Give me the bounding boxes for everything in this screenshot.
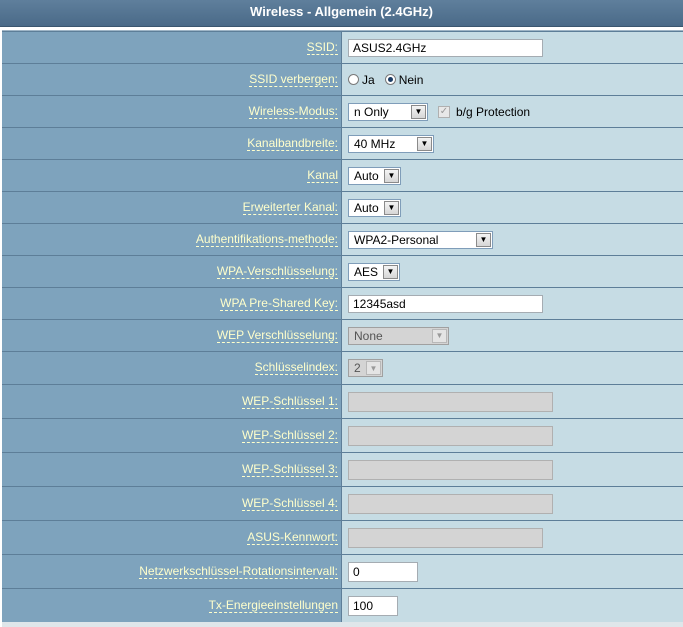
chevron-down-icon[interactable]: ▼ (417, 136, 432, 151)
checkbox-icon[interactable]: ✓ (438, 105, 450, 118)
wpa-enc-row: WPA-Verschlüsselung: AES ▼ (2, 256, 683, 287)
wep-key1-label[interactable]: WEP-Schlüssel 1: (241, 394, 338, 409)
rotation-interval-label[interactable]: Netzwerkschlüssel-Rotationsintervall: (139, 564, 338, 579)
key-index-label[interactable]: Schlüsselindex: (254, 361, 338, 375)
page-title: Wireless - Allgemein (2.4GHz) (0, 0, 683, 27)
wep-key3-input[interactable] (348, 459, 553, 480)
hide-ssid-label[interactable]: SSID verbergen: (249, 72, 338, 87)
asus-password-input[interactable] (348, 527, 543, 548)
bandwidth-label[interactable]: Kanalbandbreite: (247, 136, 338, 151)
wep-key2-label[interactable]: WEP-Schlüssel 2: (241, 428, 338, 443)
auth-row: Authentifikations-methode: WPA2-Personal… (2, 224, 683, 255)
radio-icon[interactable] (348, 74, 359, 85)
wep-key4-row: WEP-Schlüssel 4: (2, 487, 683, 520)
ssid-row: SSID: (2, 32, 683, 63)
psk-row: WPA Pre-Shared Key: (2, 288, 683, 319)
chevron-down-icon[interactable]: ▼ (383, 264, 398, 279)
asus-password-row: ASUS-Kennwort: (2, 521, 683, 554)
wpa-enc-select[interactable]: AES ▼ (348, 262, 400, 281)
wep-key2-input[interactable] (348, 425, 553, 446)
rotation-interval-row: Netzwerkschlüssel-Rotationsintervall: (2, 555, 683, 588)
settings-form: SSID: SSID verbergen: Ja Nein Wireless-M… (2, 30, 683, 625)
chevron-down-icon[interactable]: ▼ (432, 328, 447, 343)
wep-key3-label[interactable]: WEP-Schlüssel 3: (241, 462, 338, 477)
bandwidth-row: Kanalbandbreite: 40 MHz ▼ (2, 128, 683, 159)
psk-input[interactable] (348, 294, 543, 313)
tx-power-input[interactable] (348, 595, 398, 616)
bg-protection-label: b/g Protection (456, 104, 531, 119)
ext-channel-row: Erweiterter Kanal: Auto ▼ (2, 192, 683, 223)
tx-power-label[interactable]: Tx-Energieeinstellungen (208, 598, 338, 613)
ext-channel-label[interactable]: Erweiterter Kanal: (242, 200, 338, 215)
auth-label[interactable]: Authentifikations-methode: (195, 232, 338, 247)
wep-key3-row: WEP-Schlüssel 3: (2, 453, 683, 486)
chevron-down-icon[interactable]: ▼ (411, 104, 426, 119)
bottom-divider (2, 622, 683, 627)
hide-ssid-yes-label: Ja (362, 72, 375, 87)
ssid-input[interactable] (348, 38, 543, 57)
auth-select[interactable]: WPA2-Personal ▼ (348, 230, 493, 249)
wireless-mode-label[interactable]: Wireless-Modus: (248, 104, 338, 119)
chevron-down-icon[interactable]: ▼ (476, 232, 491, 247)
channel-row: Kanal Auto ▼ (2, 160, 683, 191)
wep-key1-row: WEP-Schlüssel 1: (2, 385, 683, 418)
wireless-mode-select[interactable]: n Only ▼ (348, 102, 428, 121)
bandwidth-select[interactable]: 40 MHz ▼ (348, 134, 434, 153)
chevron-down-icon[interactable]: ▼ (366, 361, 381, 375)
hide-ssid-no-label: Nein (398, 72, 424, 87)
chevron-down-icon[interactable]: ▼ (384, 200, 399, 215)
wep-key4-input[interactable] (348, 493, 553, 514)
wep-enc-label[interactable]: WEP Verschlüsselung: (216, 328, 338, 343)
rotation-interval-input[interactable] (348, 561, 418, 582)
key-index-row: Schlüsselindex: 2 ▼ (2, 352, 683, 384)
tx-power-row: Tx-Energieeinstellungen (2, 589, 683, 622)
channel-label[interactable]: Kanal (307, 168, 338, 183)
wep-enc-select[interactable]: None ▼ (348, 326, 449, 345)
hide-ssid-row: SSID verbergen: Ja Nein (2, 64, 683, 95)
asus-password-label[interactable]: ASUS-Kennwort: (247, 530, 338, 545)
ext-channel-select[interactable]: Auto ▼ (348, 198, 401, 217)
wep-enc-row: WEP Verschlüsselung: None ▼ (2, 320, 683, 351)
channel-select[interactable]: Auto ▼ (348, 166, 401, 185)
wireless-mode-row: Wireless-Modus: n Only ▼ ✓ b/g Protectio… (2, 96, 683, 127)
chevron-down-icon[interactable]: ▼ (384, 168, 399, 183)
wpa-enc-label[interactable]: WPA-Verschlüsselung: (216, 264, 338, 279)
ssid-label[interactable]: SSID: (306, 40, 338, 55)
psk-label[interactable]: WPA Pre-Shared Key: (220, 296, 338, 311)
wep-key1-input[interactable] (348, 391, 553, 412)
hide-ssid-yes-option[interactable]: Ja (348, 73, 375, 87)
hide-ssid-no-option[interactable]: Nein (384, 72, 424, 87)
bg-protection-option[interactable]: ✓ b/g Protection (438, 105, 530, 119)
wep-key4-label[interactable]: WEP-Schlüssel 4: (241, 496, 338, 511)
wep-key2-row: WEP-Schlüssel 2: (2, 419, 683, 452)
key-index-select[interactable]: 2 ▼ (348, 359, 383, 377)
radio-icon[interactable] (384, 74, 396, 85)
